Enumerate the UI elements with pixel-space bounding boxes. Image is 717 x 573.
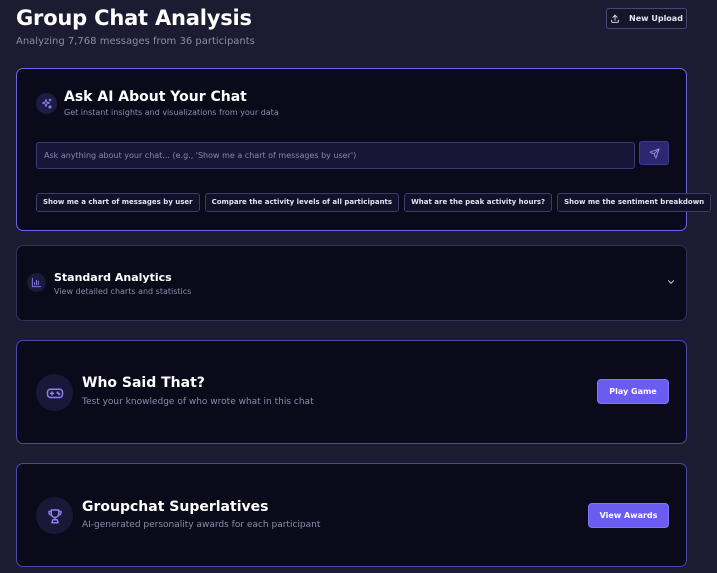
view-awards-button[interactable]: View Awards [588,503,669,528]
sparkles-icon [41,98,52,109]
who-said-that-title: Who Said That? [82,375,205,391]
ask-ai-card: Ask AI About Your Chat Get instant insig… [16,68,712,231]
suggestion-chip[interactable]: What are the peak activity hours? [404,193,553,212]
suggestion-chips: Show me a chart of messages by user Comp… [36,193,712,212]
bar-chart-icon [31,277,42,288]
analytics-icon-badge [27,273,46,292]
send-button[interactable] [639,141,669,165]
standard-analytics-subtitle: View detailed charts and statistics [54,287,192,296]
upload-icon [611,14,619,23]
group-chat-analysis-page: Group Chat Analysis Analyzing 7,768 mess… [0,0,717,573]
chevron-down-icon[interactable] [666,277,676,287]
superlatives-title: Groupchat Superlatives [82,499,269,515]
standard-analytics-title: Standard Analytics [54,271,172,284]
ai-panel-subtitle: Get instant insights and visualizations … [64,108,279,117]
superlatives-subtitle: AI-generated personality awards for each… [82,520,321,530]
new-upload-label: New Upload [629,14,683,23]
superlatives-card: Groupchat Superlatives AI-generated pers… [16,463,687,567]
send-icon [648,147,660,159]
ai-panel-title: Ask AI About Your Chat [64,89,247,105]
ask-ai-input[interactable] [36,142,635,169]
game-icon-badge [36,374,73,411]
suggestion-chip[interactable]: Show me a chart of messages by user [36,193,200,212]
who-said-that-subtitle: Test your knowledge of who wrote what in… [82,397,314,407]
page-title: Group Chat Analysis [16,6,252,30]
new-upload-button[interactable]: New Upload [606,8,687,29]
page-subtitle: Analyzing 7,768 messages from 36 partici… [16,36,255,47]
suggestion-chip[interactable]: Show me the sentiment breakdown [557,193,712,212]
gamepad-icon [46,388,63,398]
standard-analytics-card[interactable]: Standard Analytics View detailed charts … [16,245,687,321]
play-game-button[interactable]: Play Game [597,379,669,404]
ai-icon-badge [36,93,57,114]
who-said-that-card: Who Said That? Test your knowledge of wh… [16,340,687,444]
trophy-icon [47,508,62,523]
trophy-icon-badge [36,497,73,534]
suggestion-chip[interactable]: Compare the activity levels of all parti… [204,193,400,212]
